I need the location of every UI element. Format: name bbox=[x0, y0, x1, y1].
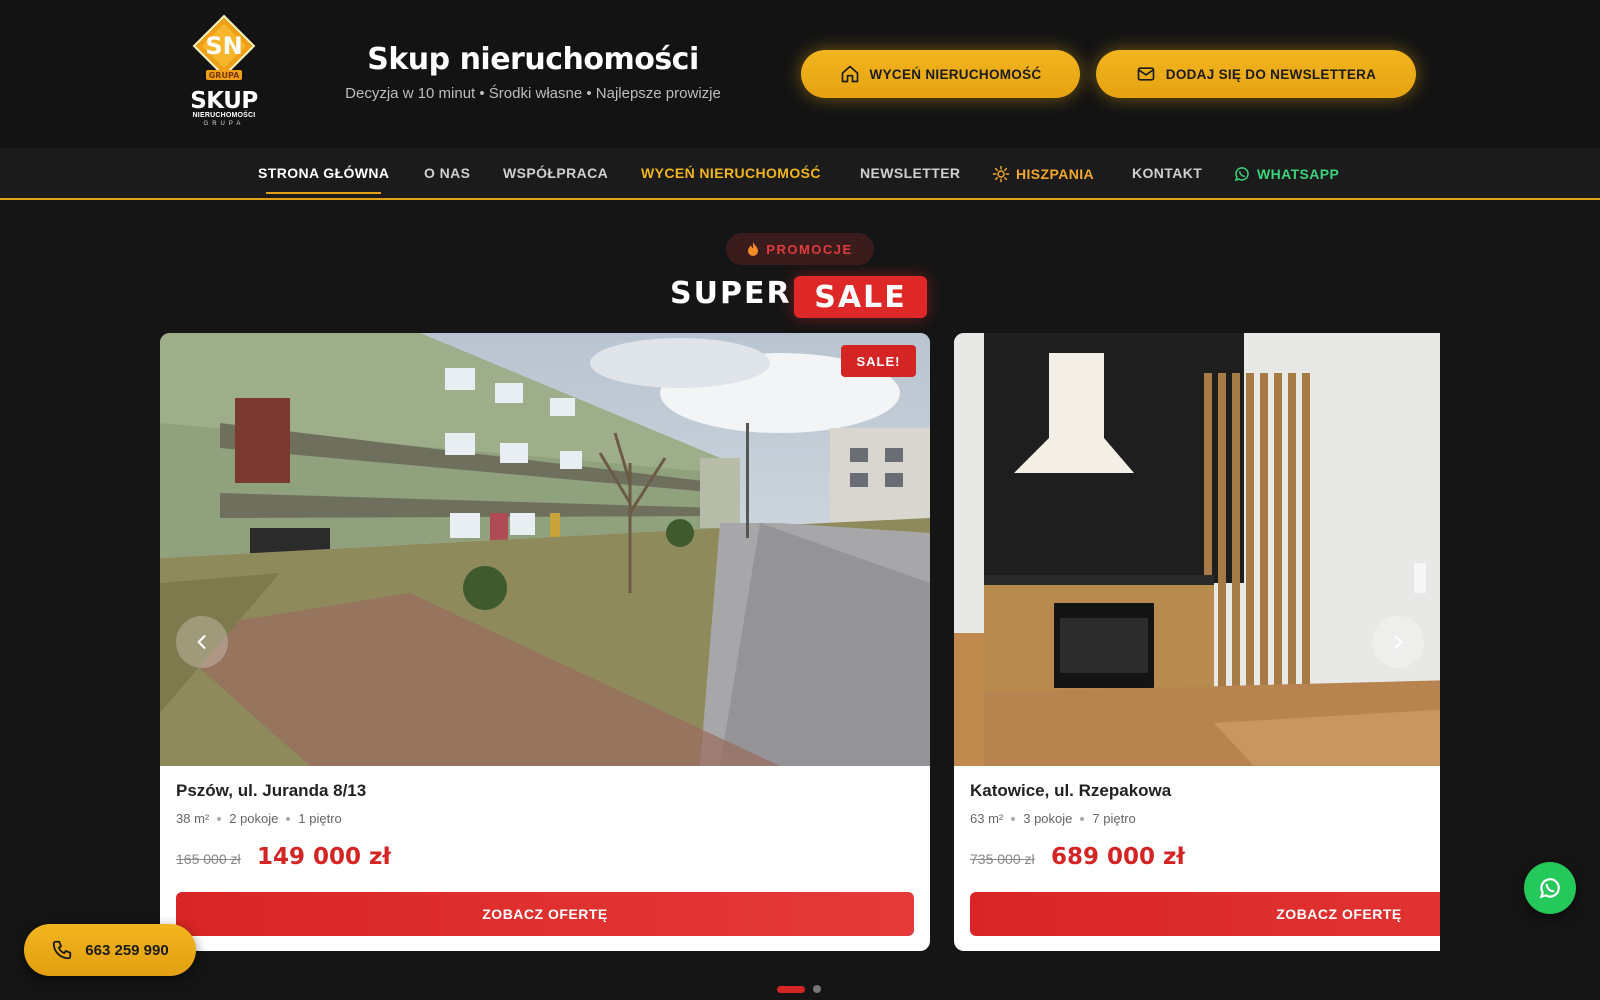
site-logo[interactable]: SN GRUPA SKUP NIERUCHOMOŚCI GRUPA bbox=[176, 14, 272, 130]
site-title: Skup nieruchomości bbox=[367, 42, 699, 77]
nav-item-label: NEWSLETTER bbox=[860, 165, 961, 181]
newsletter-signup-button[interactable]: DODAJ SIĘ DO NEWSLETTERA bbox=[1096, 50, 1416, 98]
fire-icon bbox=[748, 242, 759, 256]
logo-brand-sub: NIERUCHOMOŚCI bbox=[192, 112, 256, 119]
sun-icon bbox=[992, 165, 1010, 183]
nav-item-spain[interactable]: HISZPANIA bbox=[992, 165, 1094, 183]
view-offer-button[interactable]: ZOBACZ OFERTĘ bbox=[970, 892, 1440, 936]
mail-icon bbox=[1137, 67, 1155, 81]
listing-card[interactable]: Katowice, ul. Rzepakowa 63 m² 3 pokoje 7… bbox=[954, 333, 1440, 951]
newsletter-signup-label: DODAJ SIĘ DO NEWSLETTERA bbox=[1165, 66, 1377, 82]
carousel-prev-button[interactable] bbox=[176, 616, 228, 668]
nav-item-label: KONTAKT bbox=[1132, 165, 1203, 181]
listing-photo[interactable]: SALE! bbox=[160, 333, 930, 766]
listing-specs: 63 m² 3 pokoje 7 piętro bbox=[970, 811, 1136, 826]
nav-item-home[interactable]: STRONA GŁÓWNA bbox=[258, 165, 390, 194]
chevron-right-icon bbox=[1394, 635, 1403, 649]
listing-title[interactable]: Katowice, ul. Rzepakowa bbox=[970, 781, 1171, 801]
sale-heading-sale: SALE bbox=[794, 276, 927, 318]
nav-item-label: WSPÓŁPRACA bbox=[503, 165, 609, 181]
valuate-property-label: WYCEŃ NIERUCHOMOŚĆ bbox=[869, 66, 1042, 82]
view-offer-button[interactable]: ZOBACZ OFERTĘ bbox=[176, 892, 914, 936]
chevron-left-icon bbox=[197, 635, 206, 649]
nav-item-about[interactable]: O NAS bbox=[424, 165, 470, 181]
whatsapp-float-button[interactable] bbox=[1524, 862, 1576, 914]
listing-area: 63 m² bbox=[970, 811, 1004, 826]
listing-old-price: 735 000 zł bbox=[970, 851, 1035, 867]
carousel-pagination bbox=[777, 985, 821, 993]
nav-item-label: STRONA GŁÓWNA bbox=[258, 165, 390, 181]
sale-heading-super: SUPER bbox=[670, 276, 792, 311]
listings-carousel[interactable]: SALE! Pszów, ul. Juranda 8/13 38 m² 2 po… bbox=[160, 333, 1440, 951]
listing-card[interactable]: SALE! Pszów, ul. Juranda 8/13 38 m² 2 po… bbox=[160, 333, 930, 951]
whatsapp-icon bbox=[1234, 167, 1249, 182]
listing-rooms: 2 pokoje bbox=[229, 811, 279, 826]
nav-item-label: O NAS bbox=[424, 165, 471, 181]
promotions-badge: PROMOCJE bbox=[726, 233, 874, 265]
pagination-dot[interactable] bbox=[813, 985, 821, 993]
site-tagline: Decyzja w 10 minut • Środki własne • Naj… bbox=[345, 85, 721, 102]
nav-item-label: WYCEŃ NIERUCHOMOŚĆ bbox=[641, 165, 821, 181]
listing-title[interactable]: Pszów, ul. Juranda 8/13 bbox=[176, 781, 366, 801]
nav-item-valuate[interactable]: WYCEŃ NIERUCHOMOŚĆ bbox=[641, 165, 821, 181]
sale-tag: SALE! bbox=[841, 345, 916, 377]
main-nav: STRONA GŁÓWNA O NAS WSPÓŁPRACA WYCEŃ NIE… bbox=[0, 148, 1600, 200]
listing-photo[interactable] bbox=[954, 333, 1440, 766]
promotions-badge-label: PROMOCJE bbox=[766, 241, 853, 257]
site-header: SN GRUPA SKUP NIERUCHOMOŚCI GRUPA Skup n… bbox=[0, 0, 1600, 148]
listing-price: 149 000 zł bbox=[257, 844, 391, 870]
phone-icon bbox=[53, 940, 72, 960]
separator-dot bbox=[1011, 816, 1016, 821]
nav-item-contact[interactable]: KONTAKT bbox=[1132, 165, 1202, 181]
logo-emblem-sub: GRUPA bbox=[209, 71, 240, 80]
carousel-next-button[interactable] bbox=[1372, 616, 1424, 668]
apartment-block-photo bbox=[160, 333, 930, 766]
separator-dot bbox=[286, 816, 291, 821]
valuate-property-button[interactable]: WYCEŃ NIERUCHOMOŚĆ bbox=[801, 50, 1080, 98]
listing-floor: 7 piętro bbox=[1092, 811, 1136, 826]
phone-number: 663 259 990 bbox=[85, 941, 169, 959]
listing-floor: 1 piętro bbox=[298, 811, 342, 826]
listing-price: 689 000 zł bbox=[1051, 844, 1185, 870]
listing-old-price: 165 000 zł bbox=[176, 851, 241, 867]
logo-brand-sub2: GRUPA bbox=[203, 121, 245, 127]
logo-brand: SKUP bbox=[190, 88, 258, 114]
logo-emblem-text: SN bbox=[205, 32, 242, 60]
nav-item-newsletter[interactable]: NEWSLETTER bbox=[860, 165, 960, 181]
separator-dot bbox=[217, 816, 222, 821]
pagination-dot-active[interactable] bbox=[777, 985, 805, 993]
nav-item-label: WHATSAPP bbox=[1257, 166, 1340, 182]
logo-emblem-icon: SN GRUPA bbox=[192, 14, 256, 80]
kitchen-interior-photo bbox=[954, 333, 1440, 766]
separator-dot bbox=[1080, 816, 1085, 821]
nav-item-label: HISZPANIA bbox=[1016, 166, 1095, 182]
call-phone-button[interactable]: 663 259 990 bbox=[24, 924, 196, 976]
listing-area: 38 m² bbox=[176, 811, 210, 826]
nav-item-whatsapp[interactable]: WHATSAPP bbox=[1233, 165, 1339, 183]
listing-specs: 38 m² 2 pokoje 1 piętro bbox=[176, 811, 342, 826]
home-icon bbox=[841, 65, 858, 83]
nav-item-cooperation[interactable]: WSPÓŁPRACA bbox=[503, 165, 608, 181]
whatsapp-icon bbox=[1539, 878, 1560, 899]
listing-rooms: 3 pokoje bbox=[1023, 811, 1073, 826]
